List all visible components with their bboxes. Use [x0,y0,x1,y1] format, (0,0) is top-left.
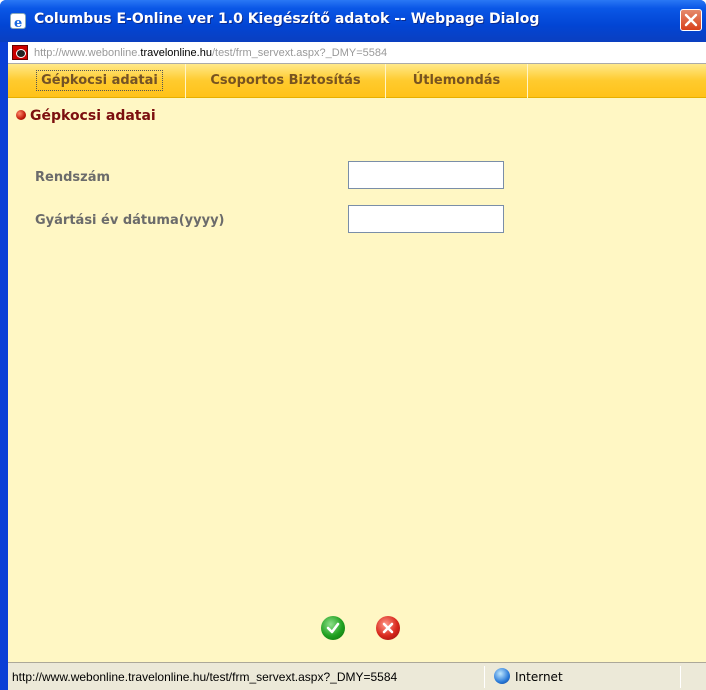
section-title: Gépkocsi adatai [30,108,156,124]
globe-icon [494,668,510,684]
address-bar: http://www.webonline.travelonline.hu/tes… [8,42,706,64]
rendszam-input[interactable] [348,161,504,189]
tab-utlemondas[interactable]: Útlemondás [386,64,528,98]
title-bar[interactable]: e Columbus E-Online ver 1.0 Kiegészítő a… [0,0,706,42]
tab-gepkocsi-adatai[interactable]: Gépkocsi adatai [14,64,186,98]
status-divider [484,666,485,688]
ok-icon [326,622,340,634]
dialog-window: e Columbus E-Online ver 1.0 Kiegészítő a… [0,0,706,690]
tab-bar: Gépkocsi adatai Csoportos Biztosítás Útl… [8,64,706,98]
tab-csoportos-biztositas[interactable]: Csoportos Biztosítás [186,64,386,98]
rendszam-label: Rendszám [35,170,111,185]
status-bar: http://www.webonline.travelonline.hu/tes… [8,662,706,690]
close-button[interactable] [680,9,702,31]
gyartasi-ev-label: Gyártási év dátuma(yyyy) [35,213,225,228]
cancel-icon [382,622,394,634]
svg-text:e: e [14,16,22,29]
security-zone: Internet [515,670,563,684]
gyartasi-ev-input[interactable] [348,205,504,233]
tab-empty [528,64,706,98]
ie-icon: e [10,13,26,29]
status-divider [680,666,681,688]
close-icon [684,13,698,27]
window-title: Columbus E-Online ver 1.0 Kiegészítő ada… [34,11,540,27]
status-url: http://www.webonline.travelonline.hu/tes… [12,670,398,684]
dialog-content: Gépkocsi adatai Csoportos Biztosítás Útl… [8,64,706,662]
ok-button[interactable] [321,616,345,640]
address-text: http://www.webonline.travelonline.hu/tes… [34,47,388,59]
cancel-button[interactable] [376,616,400,640]
page-icon [12,45,28,60]
